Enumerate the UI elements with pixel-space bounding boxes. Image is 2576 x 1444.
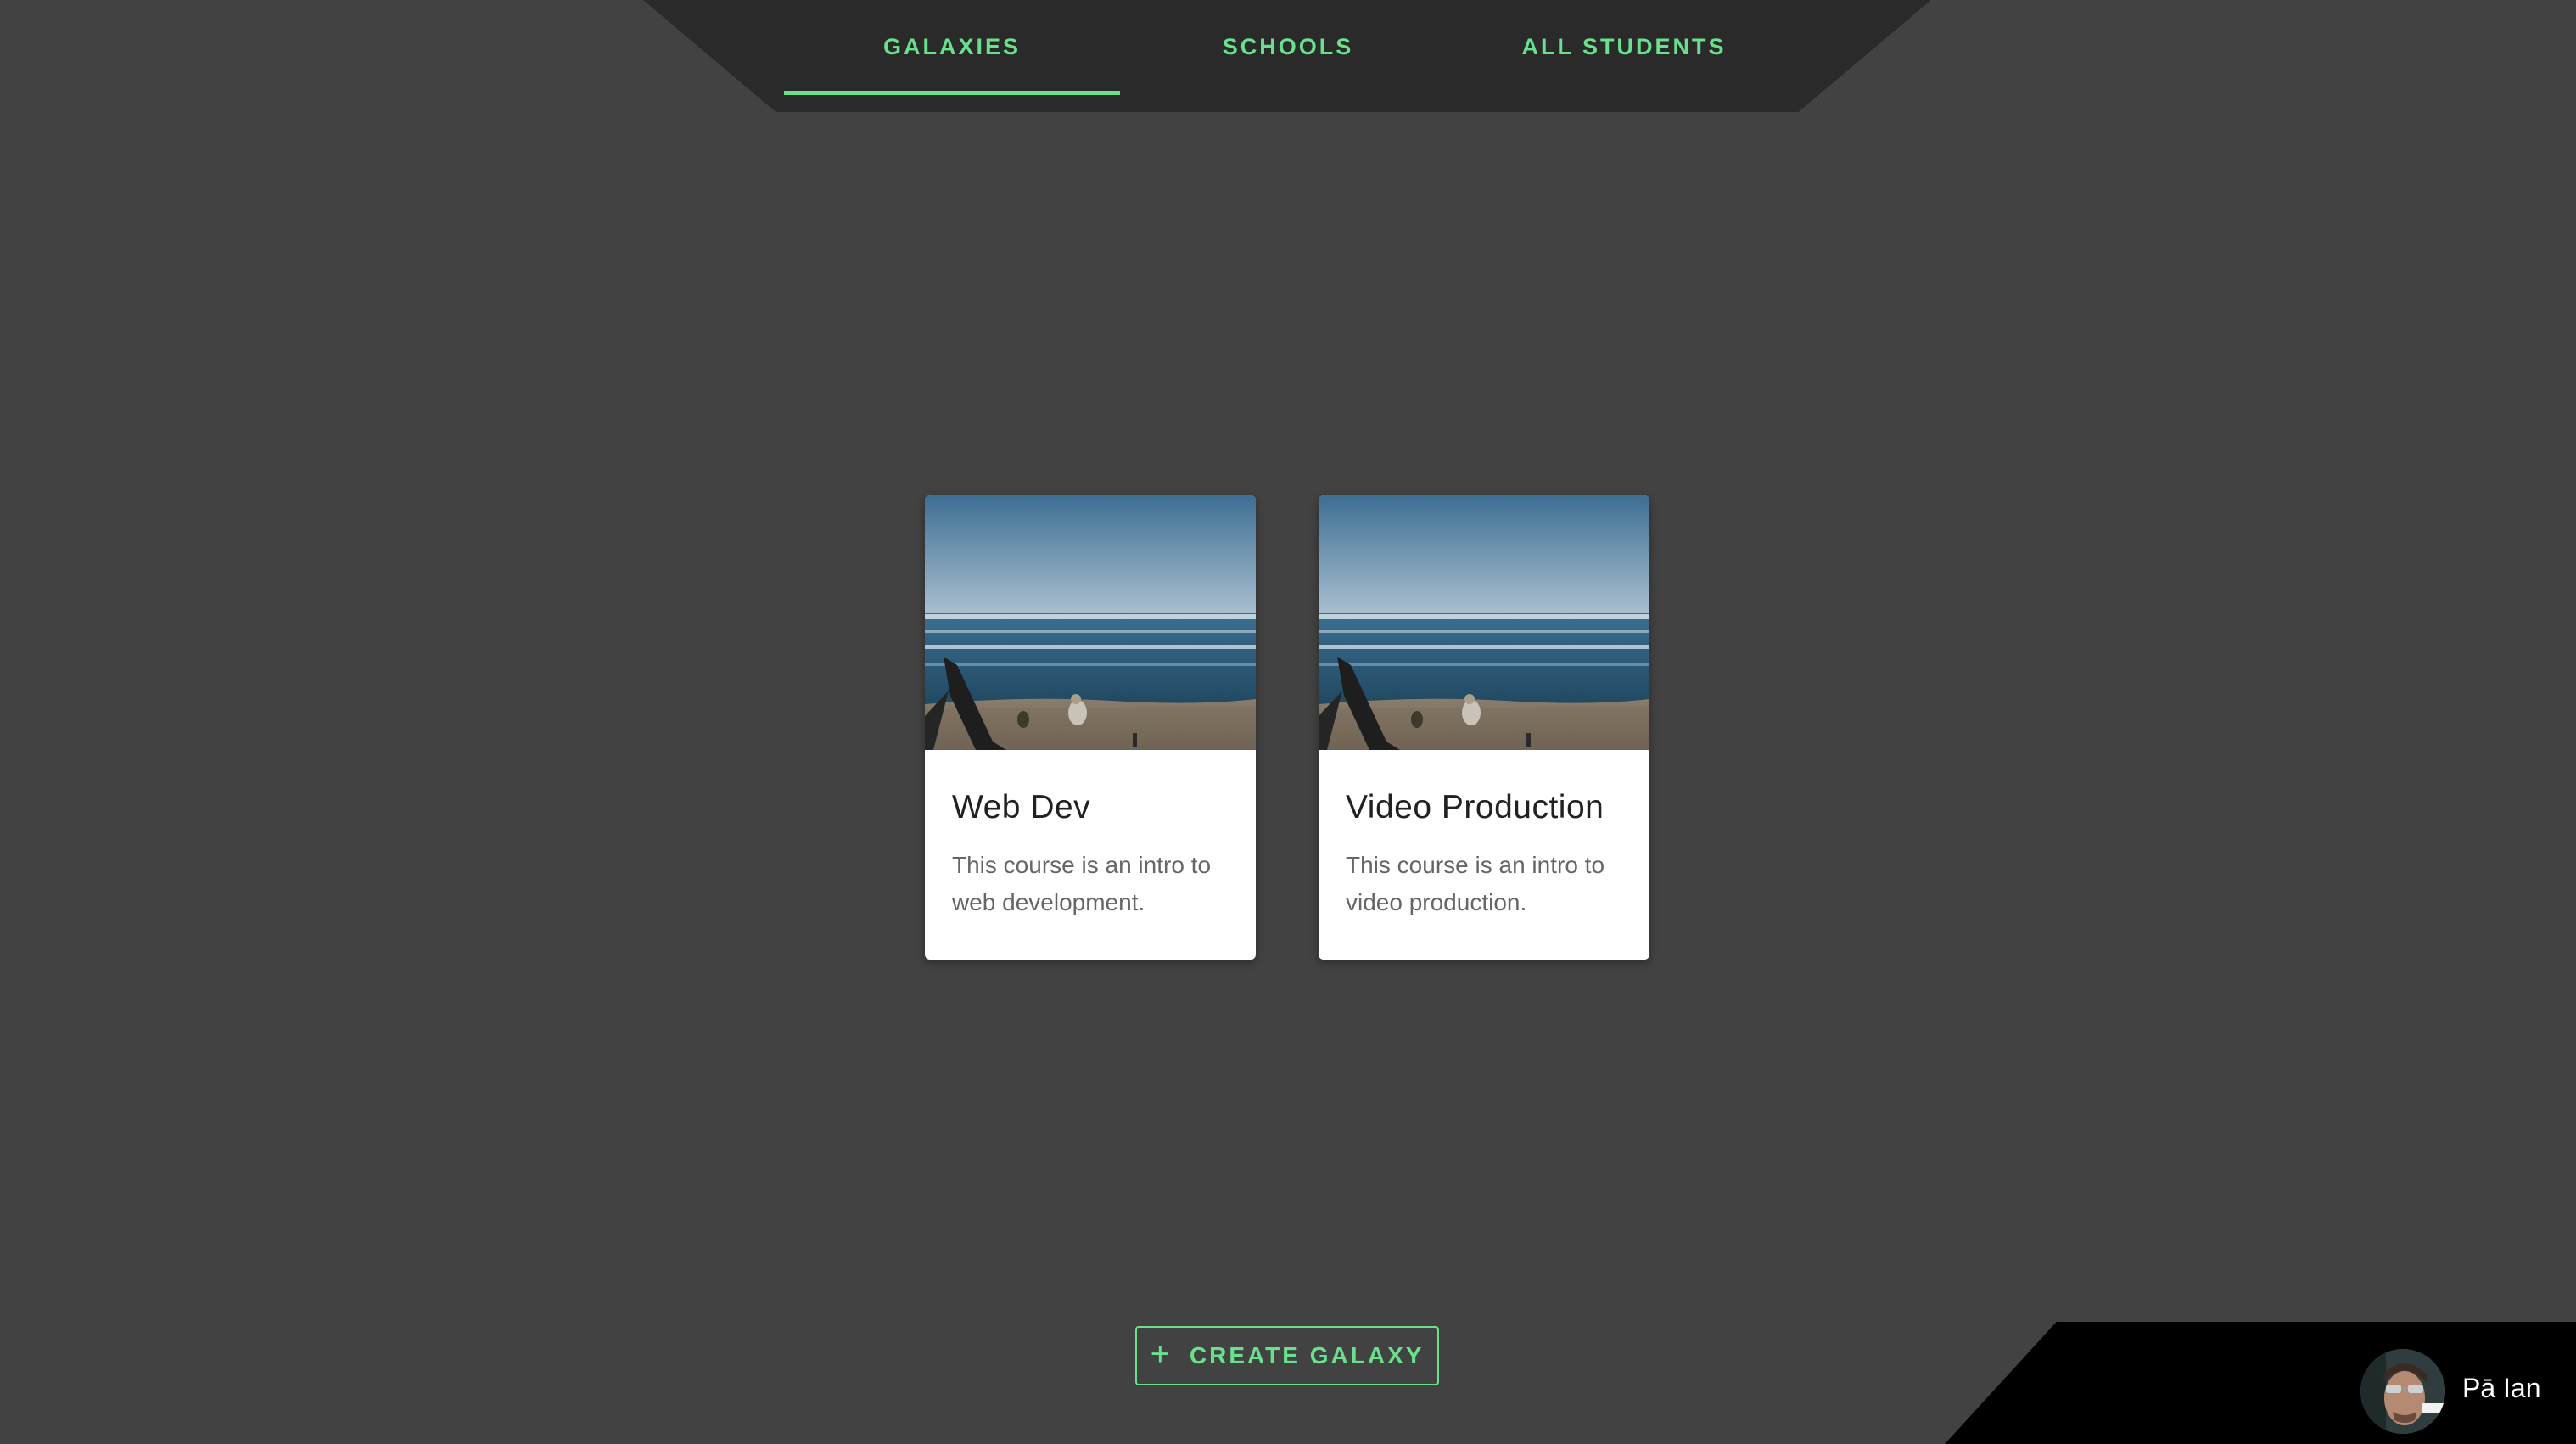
- user-name[interactable]: Pā Ian: [2462, 1369, 2541, 1407]
- galaxy-card-video-production[interactable]: Video Production This course is an intro…: [1319, 495, 1649, 960]
- beach-image: [925, 495, 1256, 750]
- tab-all-students[interactable]: ALL STUDENTS: [1456, 0, 1792, 95]
- create-galaxy-label: CREATE GALAXY: [1189, 1342, 1425, 1368]
- card-image-beach: [1319, 495, 1649, 750]
- galaxy-card-web-dev[interactable]: Web Dev This course is an intro to web d…: [925, 495, 1256, 960]
- card-image-beach: [925, 495, 1256, 750]
- tab-all-students-label: ALL STUDENTS: [1521, 33, 1727, 59]
- tab-schools-label: SCHOOLS: [1222, 33, 1354, 59]
- card-body: Video Production This course is an intro…: [1319, 750, 1649, 921]
- card-title: Web Dev: [952, 789, 1091, 826]
- user-avatar-image: [2360, 1349, 2445, 1434]
- card-title: Video Production: [1346, 789, 1604, 826]
- nav-tabs: GALAXIES SCHOOLS ALL STUDENTS: [784, 0, 1792, 95]
- create-galaxy-button[interactable]: + CREATE GALAXY: [1135, 1326, 1439, 1385]
- plus-icon: +: [1150, 1335, 1173, 1373]
- card-description: This course is an intro to video product…: [1346, 852, 1605, 915]
- tab-schools[interactable]: SCHOOLS: [1120, 0, 1456, 95]
- card-body: Web Dev This course is an intro to web d…: [925, 750, 1256, 921]
- beach-image: [1319, 495, 1649, 750]
- avatar[interactable]: [2360, 1349, 2445, 1434]
- tab-galaxies[interactable]: GALAXIES: [784, 0, 1120, 95]
- card-description: This course is an intro to web developme…: [952, 852, 1212, 915]
- tab-galaxies-label: GALAXIES: [882, 33, 1022, 59]
